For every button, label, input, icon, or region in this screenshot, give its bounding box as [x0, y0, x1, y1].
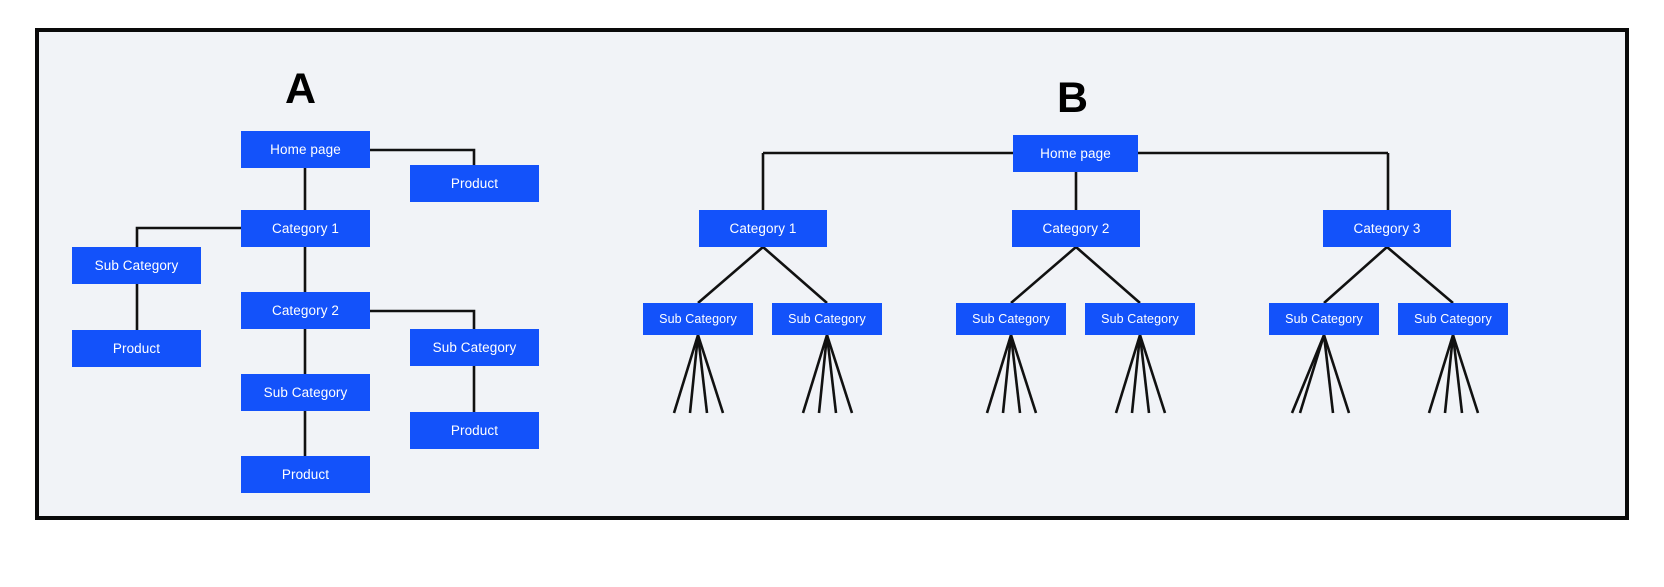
node-b-sub-3[interactable]: Sub Category [956, 303, 1066, 335]
node-a-cat-1[interactable]: Category 1 [241, 210, 370, 247]
node-b-cat-2[interactable]: Category 2 [1012, 210, 1140, 247]
panel-label-a: A [285, 65, 316, 113]
diagram-canvas: Home page Product Category 1 Sub Category Pr… [0, 0, 1664, 587]
node-a-product-2[interactable]: Product [72, 330, 201, 367]
diagram-frame [35, 28, 1629, 520]
node-b-sub-1[interactable]: Sub Category [643, 303, 753, 335]
node-a-sub-1[interactable]: Sub Category [72, 247, 201, 284]
node-b-cat-3[interactable]: Category 3 [1323, 210, 1451, 247]
node-label: Product [450, 423, 499, 438]
node-b-sub-5[interactable]: Sub Category [1269, 303, 1379, 335]
panel-label-b: B [1057, 74, 1088, 122]
node-b-sub-4[interactable]: Sub Category [1085, 303, 1195, 335]
node-b-home[interactable]: Home page [1013, 135, 1138, 172]
node-label: Sub Category [1414, 312, 1492, 326]
node-a-home[interactable]: Home page [241, 131, 370, 168]
node-label: Sub Category [94, 258, 179, 273]
node-label: Product [112, 341, 161, 356]
node-label: Category 2 [271, 303, 340, 318]
node-label: Category 1 [271, 221, 340, 236]
node-label: Sub Category [1285, 312, 1363, 326]
node-label: Sub Category [1101, 312, 1179, 326]
node-label: Sub Category [788, 312, 866, 326]
node-label: Product [281, 467, 330, 482]
node-label: Product [450, 176, 499, 191]
node-label: Home page [270, 142, 341, 157]
node-b-sub-2[interactable]: Sub Category [772, 303, 882, 335]
node-b-sub-6[interactable]: Sub Category [1398, 303, 1508, 335]
node-label: Sub Category [972, 312, 1050, 326]
node-b-cat-1[interactable]: Category 1 [699, 210, 827, 247]
node-a-product-3[interactable]: Product [410, 412, 539, 449]
node-label: Sub Category [263, 385, 348, 400]
node-a-product-4[interactable]: Product [241, 456, 370, 493]
node-a-sub-3[interactable]: Sub Category [241, 374, 370, 411]
node-a-sub-2[interactable]: Sub Category [410, 329, 539, 366]
node-label: Category 2 [1042, 221, 1110, 236]
node-a-product-1[interactable]: Product [410, 165, 539, 202]
node-label: Category 3 [1353, 221, 1421, 236]
node-label: Sub Category [432, 340, 517, 355]
node-label: Home page [1040, 146, 1111, 161]
node-a-cat-2[interactable]: Category 2 [241, 292, 370, 329]
node-label: Category 1 [729, 221, 797, 236]
node-label: Sub Category [659, 312, 737, 326]
